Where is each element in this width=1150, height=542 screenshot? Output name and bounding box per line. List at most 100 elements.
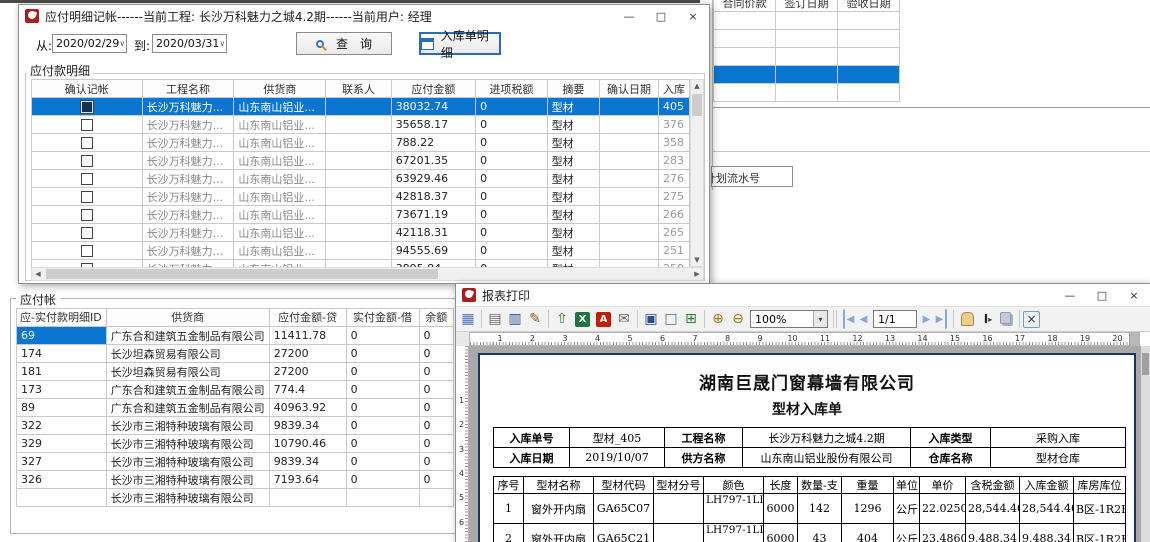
copy-icon[interactable]: [1000, 312, 1011, 324]
cell[interactable]: 6000: [764, 494, 798, 524]
cell[interactable]: 长沙万科魅力...: [142, 98, 234, 116]
cell[interactable]: 0: [419, 363, 453, 381]
maximize-icon[interactable]: □: [1086, 284, 1118, 306]
plan-serial-cell[interactable]: 计划流水号: [711, 166, 793, 187]
detail-row[interactable]: 长沙万科魅力...山东南山铝业...788.220型材358: [32, 134, 690, 152]
inbound-detail-button[interactable]: 入库单明细: [419, 32, 501, 55]
payable-row[interactable]: 174长沙坦森贸易有限公司2720000: [17, 345, 454, 363]
minimize-icon[interactable]: —: [613, 5, 645, 27]
cell[interactable]: 69: [17, 327, 107, 345]
cell[interactable]: [326, 242, 391, 260]
cell[interactable]: [714, 48, 776, 66]
cell[interactable]: 山东南山铝业...: [234, 242, 326, 260]
pan-tool-icon[interactable]: [961, 312, 974, 326]
cell[interactable]: 0: [476, 206, 548, 224]
cell[interactable]: 0: [346, 327, 419, 345]
cell[interactable]: 山东南山铝业...: [234, 188, 326, 206]
scrollbar-thumb[interactable]: [1142, 353, 1149, 375]
cell[interactable]: 0: [419, 471, 453, 489]
contract-row[interactable]: [714, 84, 900, 102]
cell[interactable]: [17, 489, 107, 507]
save-icon[interactable]: ▣: [641, 309, 661, 329]
cell[interactable]: 10790.46: [269, 435, 346, 453]
print-icon[interactable]: ▤: [485, 309, 505, 329]
cell[interactable]: 山东南山铝业...: [234, 116, 326, 134]
cell[interactable]: 250: [658, 260, 689, 268]
contract-row[interactable]: [714, 48, 900, 66]
export-excel-icon[interactable]: X: [575, 312, 590, 327]
cell[interactable]: 326: [17, 471, 107, 489]
cell[interactable]: [838, 30, 900, 48]
cell[interactable]: 94555.69: [391, 242, 475, 260]
cell[interactable]: [714, 66, 776, 84]
cell[interactable]: 0: [419, 453, 453, 471]
col-supplier[interactable]: 供货商: [234, 80, 326, 98]
cell[interactable]: [600, 116, 659, 134]
col-confirm-date[interactable]: 确认日期: [600, 80, 659, 98]
cell[interactable]: 入库单号: [494, 428, 570, 448]
cell[interactable]: 28,544.40: [1020, 494, 1074, 524]
cell[interactable]: 0: [346, 363, 419, 381]
chevron-down-icon[interactable]: ∨: [119, 39, 128, 48]
scroll-right-icon[interactable]: ▶: [691, 268, 703, 280]
cell[interactable]: 0: [346, 417, 419, 435]
cell[interactable]: [838, 48, 900, 66]
report-detail-row[interactable]: 1窗外开内扇GA65C07LH797-1LL60001421296公斤22.02…: [494, 494, 1126, 524]
cell[interactable]: 9839.34: [269, 453, 346, 471]
cell[interactable]: 山东南山铝业...: [234, 134, 326, 152]
maximize-icon[interactable]: □: [645, 5, 677, 27]
col-contact[interactable]: 联系人: [326, 80, 391, 98]
cell[interactable]: 63929.46: [391, 170, 475, 188]
confirm-checkbox[interactable]: [81, 137, 93, 149]
col-detail-id[interactable]: 应-实付款明细ID: [17, 309, 107, 327]
cell[interactable]: 山东南山铝业...: [234, 260, 326, 268]
cell[interactable]: 788.22: [391, 134, 475, 152]
detail-row[interactable]: 长沙万科魅力...山东南山铝业...73671.190型材266: [32, 206, 690, 224]
cell[interactable]: 长沙坦森贸易有限公司: [106, 345, 269, 363]
cell[interactable]: [32, 242, 143, 260]
cell[interactable]: [600, 98, 659, 116]
page-setup-icon[interactable]: ▥: [505, 309, 525, 329]
close-preview-icon[interactable]: ×: [1023, 311, 1040, 328]
next-page-icon[interactable]: ▶: [919, 309, 934, 329]
cell[interactable]: 2019/10/07: [570, 448, 665, 468]
cell[interactable]: 0: [476, 116, 548, 134]
payable-row[interactable]: 173广东合和建筑五金制品有限公司774.400: [17, 381, 454, 399]
preview-vertical-scrollbar[interactable]: [1141, 346, 1150, 542]
cell[interactable]: 山东南山铝业股份有限公司: [743, 448, 911, 468]
cell[interactable]: [346, 489, 419, 507]
cell[interactable]: 长沙万科魅力...: [142, 152, 234, 170]
detail-row[interactable]: 长沙万科魅力...山东南山铝业...35658.170型材376: [32, 116, 690, 134]
payable-row[interactable]: 长沙市三湘特种玻璃有限公司: [17, 489, 454, 507]
cell[interactable]: [600, 188, 659, 206]
cell[interactable]: [838, 12, 900, 30]
cell[interactable]: 22.0250: [920, 494, 966, 524]
cell[interactable]: 142: [798, 494, 842, 524]
cell[interactable]: [600, 152, 659, 170]
cell[interactable]: 长沙市三湘特种玻璃有限公司: [106, 489, 269, 507]
cell[interactable]: 长沙市三湘特种玻璃有限公司: [106, 417, 269, 435]
cell[interactable]: [326, 170, 391, 188]
design-view-icon[interactable]: ▦: [458, 309, 478, 329]
cell[interactable]: 9839.34: [269, 417, 346, 435]
cell[interactable]: 0: [419, 345, 453, 363]
cell[interactable]: 长沙万科魅力...: [142, 242, 234, 260]
col-sign-date[interactable]: 签订日期: [776, 0, 838, 12]
cell[interactable]: 0: [419, 417, 453, 435]
first-page-icon[interactable]: ◀: [843, 309, 856, 329]
col-contract-price[interactable]: 合同价款: [714, 0, 776, 12]
cell[interactable]: 9,488.34: [966, 524, 1020, 542]
cell[interactable]: 窗外开内扇: [524, 494, 594, 524]
cell[interactable]: 67201.35: [391, 152, 475, 170]
cell[interactable]: 9,488.34: [1020, 524, 1074, 542]
cell[interactable]: 327: [17, 453, 107, 471]
confirm-checkbox[interactable]: [81, 245, 93, 257]
cell[interactable]: 7193.64: [269, 471, 346, 489]
cell[interactable]: [32, 188, 143, 206]
cell[interactable]: 0: [346, 471, 419, 489]
payable-row[interactable]: 69广东合和建筑五金制品有限公司11411.7800: [17, 327, 454, 345]
cell[interactable]: 0: [476, 152, 548, 170]
report-info-row[interactable]: 入库单号型材_405工程名称长沙万科魅力之城4.2期入库类型采购入库: [494, 428, 1126, 448]
col-project[interactable]: 工程名称: [142, 80, 234, 98]
cell[interactable]: 23.4860: [920, 524, 966, 542]
